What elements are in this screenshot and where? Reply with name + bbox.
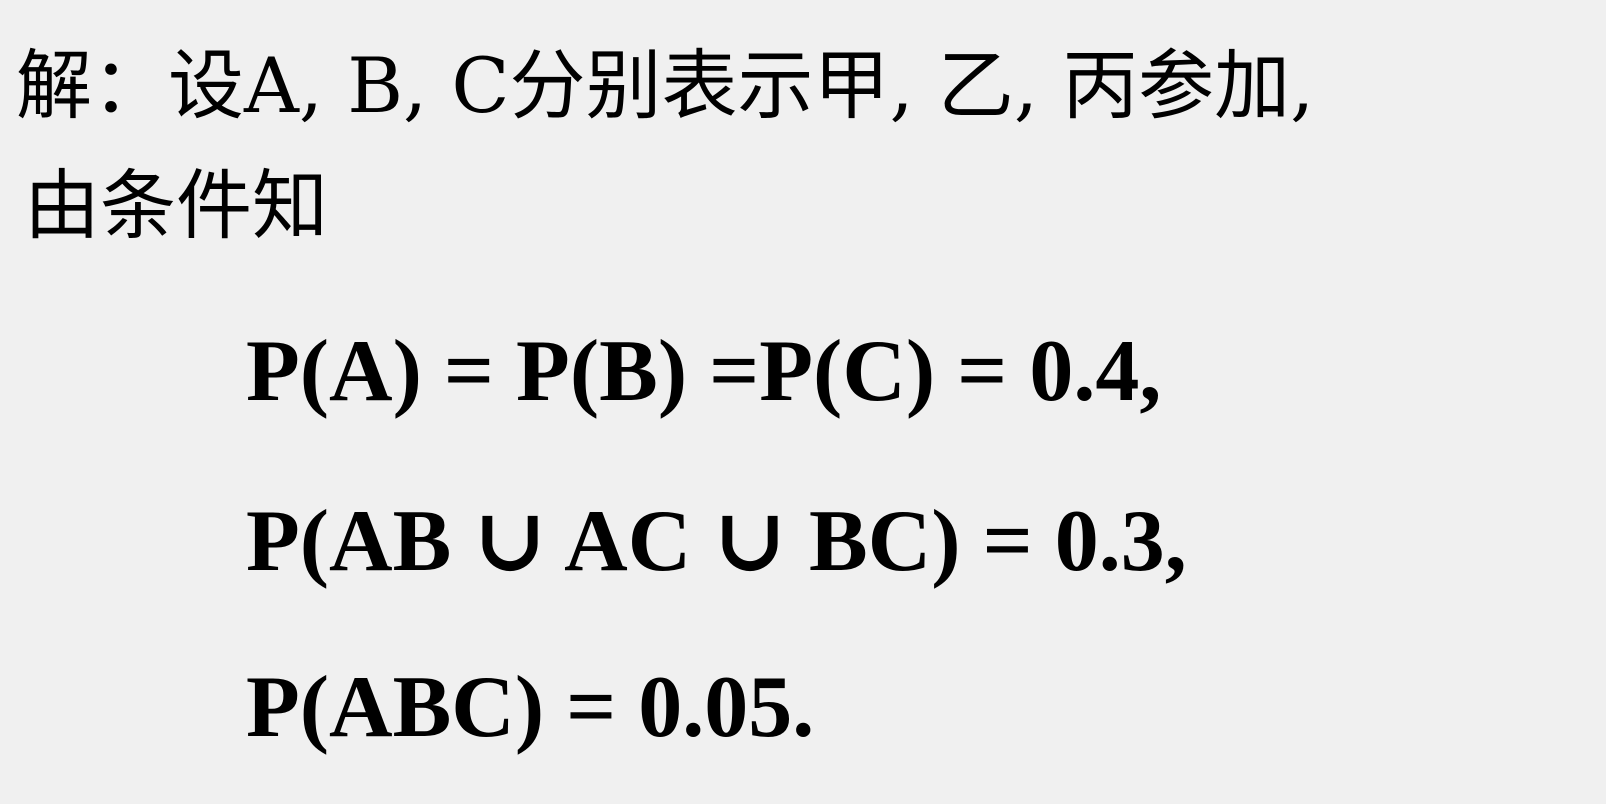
solution-intro-line-1: 解：设A, B, C分别表示甲, 乙, 丙参加, <box>16 41 1315 130</box>
slide: 解：设A, B, C分别表示甲, 乙, 丙参加, 由条件知 P(A) = P(B… <box>0 0 1606 804</box>
formula-pairwise-union-probability: P(AB ∪ AC ∪ BC) = 0.3, <box>246 493 1187 590</box>
formula-triple-intersection-probability: P(ABC) = 0.05. <box>246 659 815 756</box>
formula-individual-probabilities: P(A) = P(B) =P(C) = 0.4, <box>246 323 1162 420</box>
solution-intro-line-2: 由条件知 <box>24 161 328 250</box>
